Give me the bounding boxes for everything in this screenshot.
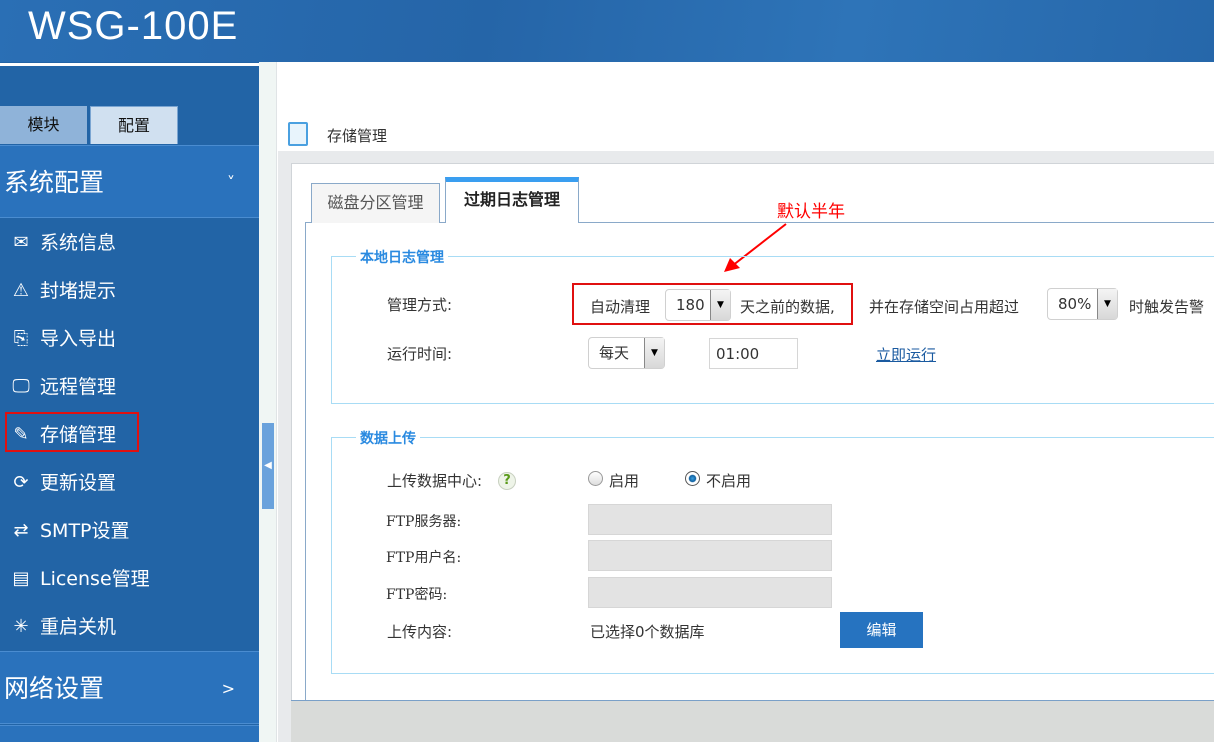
tab-config[interactable]: 配置 [90,106,178,144]
days-suffix: 天之前的数据, [740,298,835,316]
chevron-down-icon: ˅ [227,173,235,192]
section-network[interactable]: 网络设置 > [0,651,259,724]
sidebar-item-label: 更新设置 [40,472,117,494]
collapse-sidebar-handle[interactable]: ◀ [262,423,274,509]
sidebar-item-block-notice[interactable]: ⚠ 封堵提示 [0,271,259,311]
remote-monitor-icon: 🖵 [12,376,30,397]
dropdown-arrow-icon: ▼ [644,338,664,368]
sidebar-splitter [259,62,277,742]
sidebar-section-next [0,725,259,742]
local-log-fieldset [331,256,1214,404]
sidebar-item-label: SMTP设置 [40,520,130,542]
sidebar-item-label: License管理 [40,568,150,590]
section-label: 系统配置 [4,168,105,197]
sidebar-item-label: 系统信息 [40,232,117,254]
sidebar-item-system-info[interactable]: ✉ 系统信息 [0,223,259,263]
ftp-user-label: FTP用户名: [386,550,462,566]
page-title: 存储管理 [327,127,388,145]
tab-disk-partition[interactable]: 磁盘分区管理 [311,183,440,223]
edit-button[interactable]: 编辑 [840,612,923,648]
frequency-select[interactable]: 每天 ▼ [588,337,665,369]
swap-arrows-icon: ⇄ [13,520,29,541]
refresh-icon: ⟳ [13,472,29,493]
spinner-icon: ✳ [13,616,29,637]
local-log-legend: 本地日志管理 [356,247,448,267]
enable-label: 启用 [609,472,640,490]
import-export-icon: ⎘ [13,328,29,349]
upload-content-label: 上传内容: [387,623,453,641]
sidebar-item-label: 封堵提示 [40,280,117,302]
section-label: 网络设置 [4,674,105,703]
ftp-server-input[interactable] [588,504,832,535]
sidebar-item-smtp[interactable]: ⇄ SMTP设置 [0,511,259,551]
sidebar-item-label: 导入导出 [40,328,117,350]
tab-expired-log[interactable]: 过期日志管理 [445,177,579,223]
upload-legend: 数据上传 [356,428,420,448]
sidebar-item-label: 远程管理 [40,376,117,398]
chevron-right-icon: > [221,679,235,698]
days-select[interactable]: 180 ▼ [665,289,731,321]
ftp-server-label: FTP服务器: [386,514,462,530]
mode-label: 管理方式: [387,296,453,314]
run-time-label: 运行时间: [387,345,453,363]
run-now-link[interactable]: 立即运行 [876,344,936,365]
enable-radio[interactable] [588,471,603,486]
sidebar-item-import-export[interactable]: ⎘ 导入导出 [0,319,259,359]
sidebar-item-remote[interactable]: 🖵 远程管理 [0,367,259,407]
tab-modules[interactable]: 模块 [0,106,87,144]
section-system-config[interactable]: 系统配置 ˅ [0,145,259,218]
license-icon: ▤ [12,568,30,589]
warning-icon: ⚠ [12,280,30,301]
footer-area [291,700,1214,742]
sidebar-item-update[interactable]: ⟳ 更新设置 [0,463,259,503]
threshold-text: 并在存储空间占用超过 [869,298,1020,316]
upload-center-label: 上传数据中心: [387,472,483,490]
sidebar-item-reboot[interactable]: ✳ 重启关机 [0,607,259,647]
auto-clean-text: 自动清理 [590,298,651,316]
disable-radio[interactable] [685,471,700,486]
trigger-text: 时触发告警 [1129,298,1205,316]
storage-page-icon [288,122,308,146]
logo: WSG-100E [28,4,239,48]
time-input[interactable]: 01:00 [709,338,798,369]
ftp-password-input[interactable] [588,577,832,608]
envelope-icon: ✉ [13,232,29,253]
highlight-box [5,412,139,452]
header: WSG-100E [0,0,1214,62]
divider [0,63,259,66]
help-icon[interactable]: ? [498,472,516,490]
sidebar-item-license[interactable]: ▤ License管理 [0,559,259,599]
sidebar-item-label: 重启关机 [40,616,117,638]
upload-content-value: 已选择0个数据库 [590,623,705,641]
ftp-user-input[interactable] [588,540,832,571]
percent-select[interactable]: 80% ▼ [1047,288,1118,320]
dropdown-arrow-icon: ▼ [710,290,730,320]
annotation-text: 默认半年 [777,202,845,222]
disable-label: 不启用 [706,472,752,490]
frequency-value: 每天 [599,344,630,362]
percent-value: 80% [1058,295,1092,313]
dropdown-arrow-icon: ▼ [1097,289,1117,319]
days-value: 180 [676,296,705,314]
ftp-password-label: FTP密码: [386,587,448,603]
